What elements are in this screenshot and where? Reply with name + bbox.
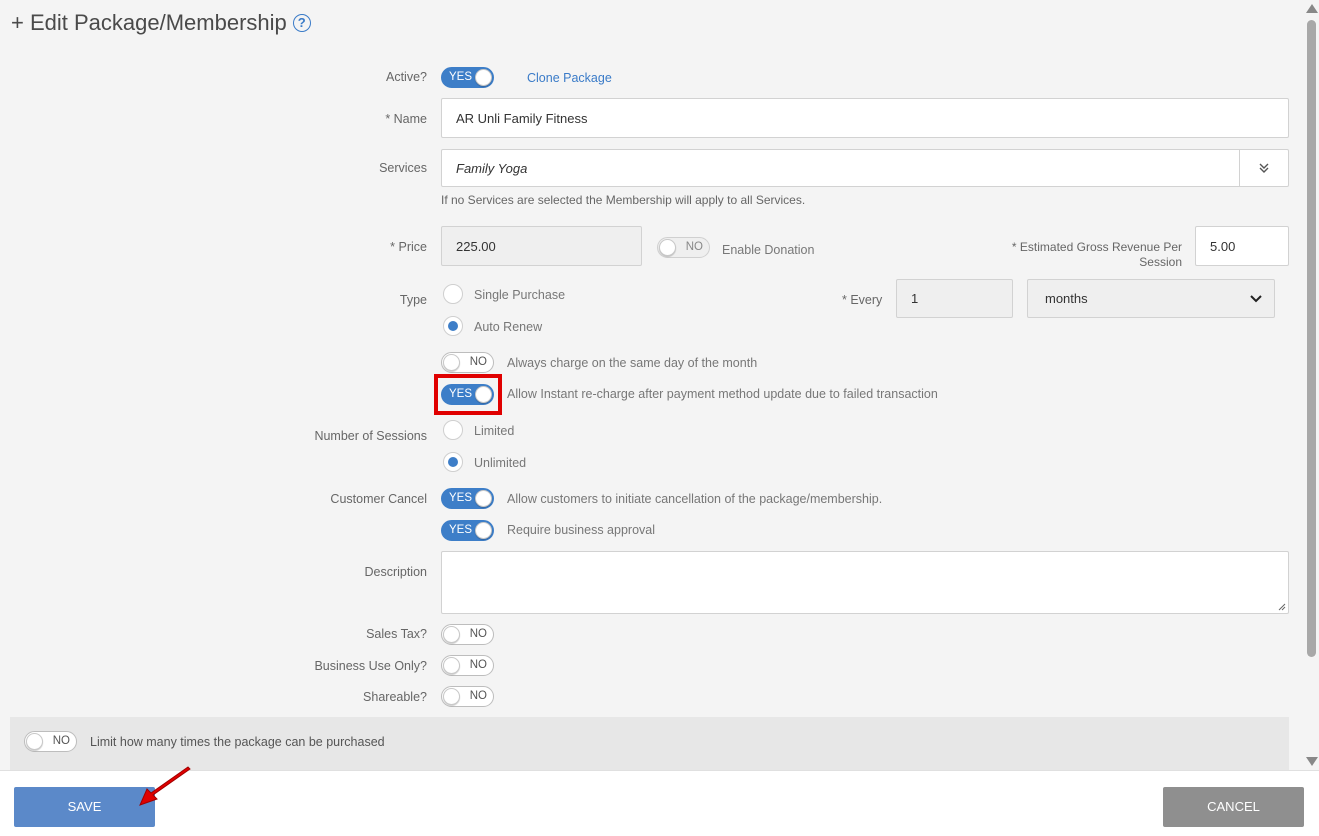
resize-grip-icon <box>1278 603 1286 611</box>
description-textarea[interactable] <box>441 551 1289 614</box>
customer-cancel-label: Customer Cancel <box>330 492 427 506</box>
price-value: 225.00 <box>456 238 496 254</box>
footer: SAVE CANCEL <box>0 770 1319 836</box>
scroll-up-icon[interactable] <box>1306 4 1318 13</box>
single-purchase-label: Single Purchase <box>474 288 566 302</box>
radio-single-purchase[interactable] <box>443 284 463 304</box>
sessions-label: Number of Sessions <box>314 429 427 443</box>
services-label: Services <box>379 161 427 175</box>
instant-recharge-label: Allow Instant re-charge after payment me… <box>507 387 938 401</box>
limit-section: NO Limit how many times the package can … <box>10 717 1289 772</box>
scroll-down-icon[interactable] <box>1306 757 1318 766</box>
shareable-toggle[interactable]: NO <box>441 686 494 707</box>
auto-renew-label: Auto Renew <box>474 320 543 334</box>
instant-recharge-toggle[interactable]: YES <box>441 384 494 405</box>
description-label: Description <box>364 565 427 579</box>
services-select[interactable]: Family Yoga <box>441 149 1289 187</box>
period-value: months <box>1045 291 1088 306</box>
revenue-label-line2: Session <box>1139 255 1182 269</box>
enable-donation-toggle[interactable]: NO <box>657 237 710 258</box>
active-label: Active? <box>386 70 427 84</box>
type-label: Type <box>399 293 427 307</box>
business-approval-toggle[interactable]: YES <box>441 520 494 541</box>
double-chevron-down-icon[interactable] <box>1239 150 1288 186</box>
every-value: 1 <box>911 291 919 306</box>
customer-cancel-toggle[interactable]: YES <box>441 488 494 509</box>
unlimited-label: Unlimited <box>474 456 527 470</box>
price-label: * Price <box>390 240 427 254</box>
revenue-label-line1: * Estimated Gross Revenue Per <box>1011 240 1182 254</box>
page-title-text: + Edit Package/Membership <box>11 10 287 35</box>
name-label: * Name <box>385 112 427 126</box>
charge-same-day-label: Always charge on the same day of the mon… <box>507 356 758 370</box>
limited-label: Limited <box>474 424 515 438</box>
scroll-thumb[interactable] <box>1307 20 1316 657</box>
customer-cancel-text: Allow customers to initiate cancellation… <box>507 492 883 506</box>
sales-tax-toggle[interactable]: NO <box>441 624 494 645</box>
business-use-toggle[interactable]: NO <box>441 655 494 676</box>
name-value: AR Unli Family Fitness <box>456 110 588 126</box>
period-select[interactable]: months <box>1027 279 1275 318</box>
enable-donation-label: Enable Donation <box>722 243 815 257</box>
scrollbar[interactable] <box>1303 0 1319 770</box>
revenue-value: 5.00 <box>1210 238 1236 254</box>
charge-same-day-toggle[interactable]: NO <box>441 352 494 373</box>
every-label: * Every <box>842 293 883 307</box>
cancel-button[interactable]: CANCEL <box>1163 787 1304 827</box>
limit-purchases-toggle[interactable]: NO <box>24 731 77 752</box>
radio-limited[interactable] <box>443 420 463 440</box>
page-title: + Edit Package/Membership ? <box>11 10 311 36</box>
limit-purchases-label: Limit how many times the package can be … <box>90 735 385 749</box>
services-hint: If no Services are selected the Membersh… <box>441 193 806 207</box>
sales-tax-label: Sales Tax? <box>366 627 427 641</box>
clone-package-link[interactable]: Clone Package <box>527 71 612 85</box>
business-use-label: Business Use Only? <box>314 659 427 673</box>
question-circle-icon[interactable]: ? <box>292 14 311 32</box>
annotation-arrow-icon <box>139 766 191 806</box>
radio-auto-renew[interactable] <box>443 316 463 336</box>
radio-unlimited[interactable] <box>443 452 463 472</box>
business-approval-text: Require business approval <box>507 523 656 537</box>
shareable-label: Shareable? <box>363 690 427 704</box>
price-input[interactable]: 225.00 <box>441 226 642 266</box>
name-input[interactable]: AR Unli Family Fitness <box>441 98 1289 138</box>
save-button[interactable]: SAVE <box>14 787 155 827</box>
chevron-down-icon <box>1250 294 1262 302</box>
revenue-input[interactable]: 5.00 <box>1195 226 1289 266</box>
services-value: Family Yoga <box>456 160 528 176</box>
every-input[interactable]: 1 <box>896 279 1013 318</box>
active-toggle[interactable]: YES <box>441 67 494 88</box>
